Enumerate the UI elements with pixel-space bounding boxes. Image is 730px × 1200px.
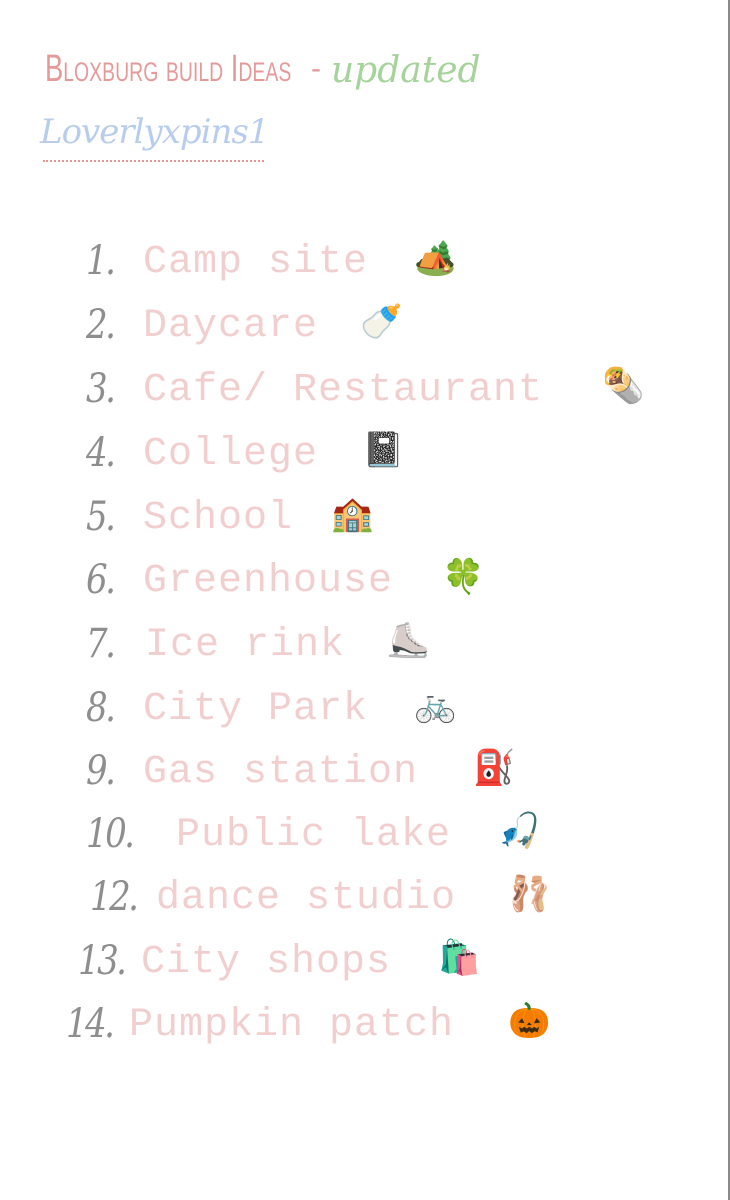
shopping-bags-icon: 🛍️ bbox=[438, 940, 481, 977]
item-number: 14. bbox=[66, 1001, 115, 1047]
item-number: 12. bbox=[90, 874, 139, 920]
item-number: 7. bbox=[86, 621, 116, 667]
item-number: 2. bbox=[86, 302, 116, 348]
burrito-icon: 🌯 bbox=[602, 368, 645, 405]
item-label: Camp site bbox=[143, 240, 369, 285]
title-separator: - bbox=[311, 52, 321, 85]
item-number: 9. bbox=[86, 748, 116, 794]
item-label: Daycare bbox=[143, 304, 319, 349]
item-number: 8. bbox=[86, 685, 116, 731]
jack-o-lantern-icon: 🎃 bbox=[508, 1003, 551, 1040]
item-label: Gas station bbox=[143, 750, 419, 795]
ice-skate-icon: ⛸️ bbox=[387, 623, 430, 660]
page-title: Bloxburg build Ideas - updated bbox=[45, 48, 481, 91]
ballet-shoes-icon: 🩰 bbox=[508, 876, 551, 913]
fishing-pole-icon: 🎣 bbox=[498, 813, 541, 850]
item-label: Public lake bbox=[176, 813, 452, 858]
item-number: 4. bbox=[86, 430, 116, 476]
item-label: City Park bbox=[143, 687, 369, 732]
item-label: Greenhouse bbox=[143, 559, 394, 604]
school-icon: 🏫 bbox=[331, 496, 374, 533]
title-text: Bloxburg build Ideas bbox=[45, 48, 292, 90]
item-number: 13. bbox=[78, 938, 127, 984]
camping-icon: 🏕️ bbox=[414, 240, 457, 277]
item-label: City shops bbox=[141, 940, 392, 985]
updated-label: updated bbox=[331, 50, 481, 91]
item-label: School bbox=[143, 496, 294, 541]
author-name: Loverlyxpins1 bbox=[40, 112, 270, 152]
bicycle-icon: 🚲 bbox=[414, 687, 457, 724]
item-label: College bbox=[143, 432, 319, 477]
item-number: 6. bbox=[86, 557, 116, 603]
item-label: dance studio bbox=[156, 876, 457, 921]
baby-bottle-icon: 🍼 bbox=[360, 304, 403, 341]
four-leaf-clover-icon: 🍀 bbox=[442, 559, 485, 596]
item-number: 10. bbox=[86, 811, 135, 857]
item-number: 5. bbox=[86, 494, 116, 540]
item-number: 1. bbox=[86, 238, 116, 284]
item-number: 3. bbox=[86, 366, 116, 412]
item-label: Ice rink bbox=[145, 623, 346, 668]
author-underline bbox=[43, 160, 264, 162]
item-label: Pumpkin patch bbox=[129, 1003, 455, 1048]
notebook-icon: 📓 bbox=[362, 432, 405, 469]
item-label: Cafe/ Restaurant bbox=[143, 368, 544, 413]
fuel-pump-icon: ⛽ bbox=[473, 750, 516, 787]
